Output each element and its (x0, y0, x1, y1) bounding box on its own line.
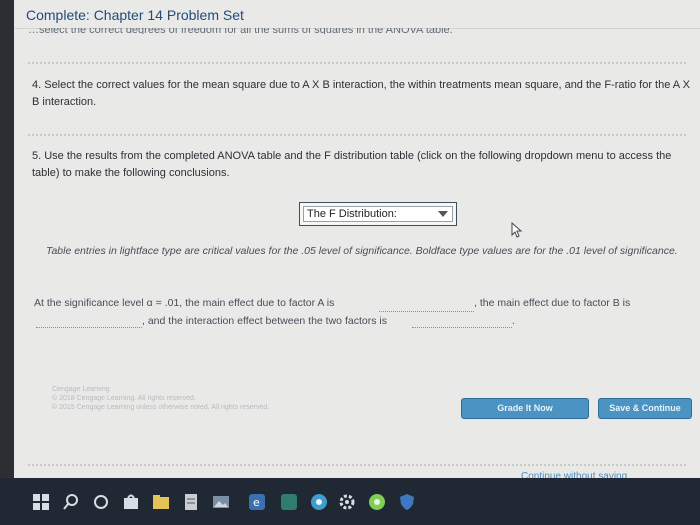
factor-a-answer-field[interactable] (379, 311, 474, 312)
divider (28, 62, 686, 64)
title-bar: Complete: Chapter 14 Problem Set (14, 0, 700, 29)
copyright-line: © 2018 Cengage Learning. All rights rese… (52, 395, 196, 402)
question-5-text: 5. Use the results from the completed AN… (32, 150, 672, 179)
f-distribution-dropdown[interactable]: The F Distribution: (299, 202, 457, 226)
taskbar: e (0, 478, 700, 525)
photos-icon[interactable] (212, 493, 230, 511)
green-app-icon[interactable] (368, 493, 386, 511)
app-icon[interactable] (280, 493, 298, 511)
file-explorer-icon[interactable] (152, 493, 170, 511)
factor-b-answer-field[interactable] (36, 327, 142, 328)
settings-icon[interactable] (338, 493, 356, 511)
window-title: Complete: Chapter 14 Problem Set (26, 7, 244, 23)
cut-off-question-text: …select the correct degrees of freedom f… (28, 28, 453, 34)
store-icon[interactable] (122, 493, 140, 511)
shield-icon[interactable] (398, 493, 416, 511)
save-and-continue-button[interactable]: Save & Continue (598, 398, 692, 419)
edge-icon[interactable]: e (248, 493, 266, 511)
copyright-line: Cengage Learning (52, 386, 110, 393)
chrome-icon[interactable] (310, 493, 328, 511)
dropdown-value[interactable]: The F Distribution: (303, 206, 453, 222)
conclusion-part-4: . (512, 315, 515, 327)
divider (28, 464, 686, 466)
dropdown-label: The F Distribution: (307, 208, 397, 220)
grade-it-now-button[interactable]: Grade It Now (461, 398, 589, 419)
mouse-cursor-icon (511, 222, 523, 238)
windows-start-icon[interactable] (32, 493, 50, 511)
document-icon[interactable] (182, 493, 200, 511)
search-icon[interactable] (62, 493, 80, 511)
question-4-text: 4. Select the correct values for the mea… (32, 79, 690, 108)
table-note: Table entries in lightface type are crit… (46, 245, 678, 257)
browser-window: Complete: Chapter 14 Problem Set …select… (14, 0, 700, 482)
copyright-line: © 2015 Cengage Learning unless otherwise… (52, 404, 270, 411)
faded-copyright: Cengage Learning © 2018 Cengage Learning… (52, 385, 269, 412)
chevron-down-icon[interactable] (438, 211, 448, 217)
conclusion-part-1: At the significance level α = .01, the m… (34, 297, 335, 309)
conclusion-part-3: , and the interaction effect between the… (142, 315, 387, 327)
divider (28, 134, 686, 136)
interaction-answer-field[interactable] (412, 327, 512, 328)
cortana-icon[interactable] (92, 493, 110, 511)
svg-text:e: e (253, 496, 260, 509)
conclusion-part-2: , the main effect due to factor B is (474, 297, 631, 309)
